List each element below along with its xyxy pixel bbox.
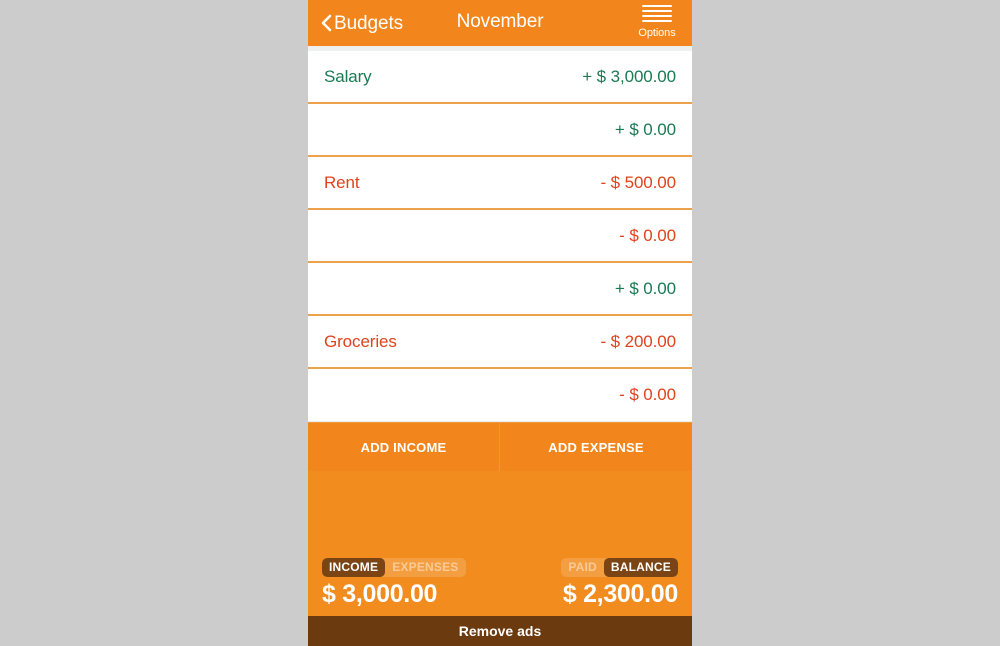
toggle-option-balance[interactable]: BALANCE: [603, 558, 678, 577]
table-row[interactable]: Groceries - $ 200.00: [308, 316, 692, 369]
balance-total-amount: $ 2,300.00: [562, 580, 678, 608]
summary-bar: INCOME EXPENSES $ 3,000.00 PAID BALANCE …: [308, 552, 692, 614]
remove-ads-banner[interactable]: Remove ads: [308, 614, 692, 646]
hamburger-menu-icon: [642, 5, 672, 22]
income-summary-group: INCOME EXPENSES $ 3,000.00: [322, 558, 466, 608]
add-income-button[interactable]: ADD INCOME: [308, 423, 500, 471]
row-amount-label: - $ 200.00: [600, 331, 676, 351]
toggle-option-income[interactable]: INCOME: [322, 558, 386, 577]
paid-balance-toggle[interactable]: PAID BALANCE: [561, 558, 678, 577]
row-amount-label: + $ 0.00: [614, 278, 676, 298]
transaction-list: Salary + $ 3,000.00 + $ 0.00 Rent - $ 50…: [308, 51, 692, 422]
options-button-label: Options: [638, 27, 676, 39]
action-bar: ADD INCOME ADD EXPENSE: [308, 422, 692, 471]
add-expense-button[interactable]: ADD EXPENSE: [500, 423, 692, 471]
table-row[interactable]: + $ 0.00: [308, 104, 692, 157]
row-amount-label: - $ 0.00: [619, 225, 676, 245]
table-row[interactable]: Rent - $ 500.00: [308, 157, 692, 210]
income-expenses-toggle[interactable]: INCOME EXPENSES: [322, 558, 466, 577]
table-row[interactable]: - $ 0.00: [308, 210, 692, 263]
row-category-label: Salary: [324, 66, 372, 86]
row-amount-label: + $ 0.00: [614, 119, 676, 139]
row-amount-label: - $ 0.00: [619, 385, 676, 404]
table-row[interactable]: - $ 0.00: [308, 369, 692, 422]
row-category-label: Groceries: [324, 331, 397, 351]
toggle-option-expenses[interactable]: EXPENSES: [385, 558, 465, 577]
row-amount-label: - $ 500.00: [600, 172, 676, 192]
balance-summary-group: PAID BALANCE $ 2,300.00: [561, 558, 678, 608]
empty-content-area: [308, 471, 692, 552]
income-total-amount: $ 3,000.00: [322, 580, 438, 608]
row-amount-label: + $ 3,000.00: [582, 66, 676, 86]
table-row[interactable]: + $ 0.00: [308, 263, 692, 316]
table-row[interactable]: Salary + $ 3,000.00: [308, 51, 692, 104]
row-category-label: Rent: [324, 172, 360, 192]
app-screen: Budgets November Options Salary + $ 3,00…: [308, 0, 692, 646]
toggle-option-paid[interactable]: PAID: [561, 558, 604, 577]
options-menu-button[interactable]: Options: [634, 5, 680, 41]
app-header: Budgets November Options: [308, 0, 692, 46]
